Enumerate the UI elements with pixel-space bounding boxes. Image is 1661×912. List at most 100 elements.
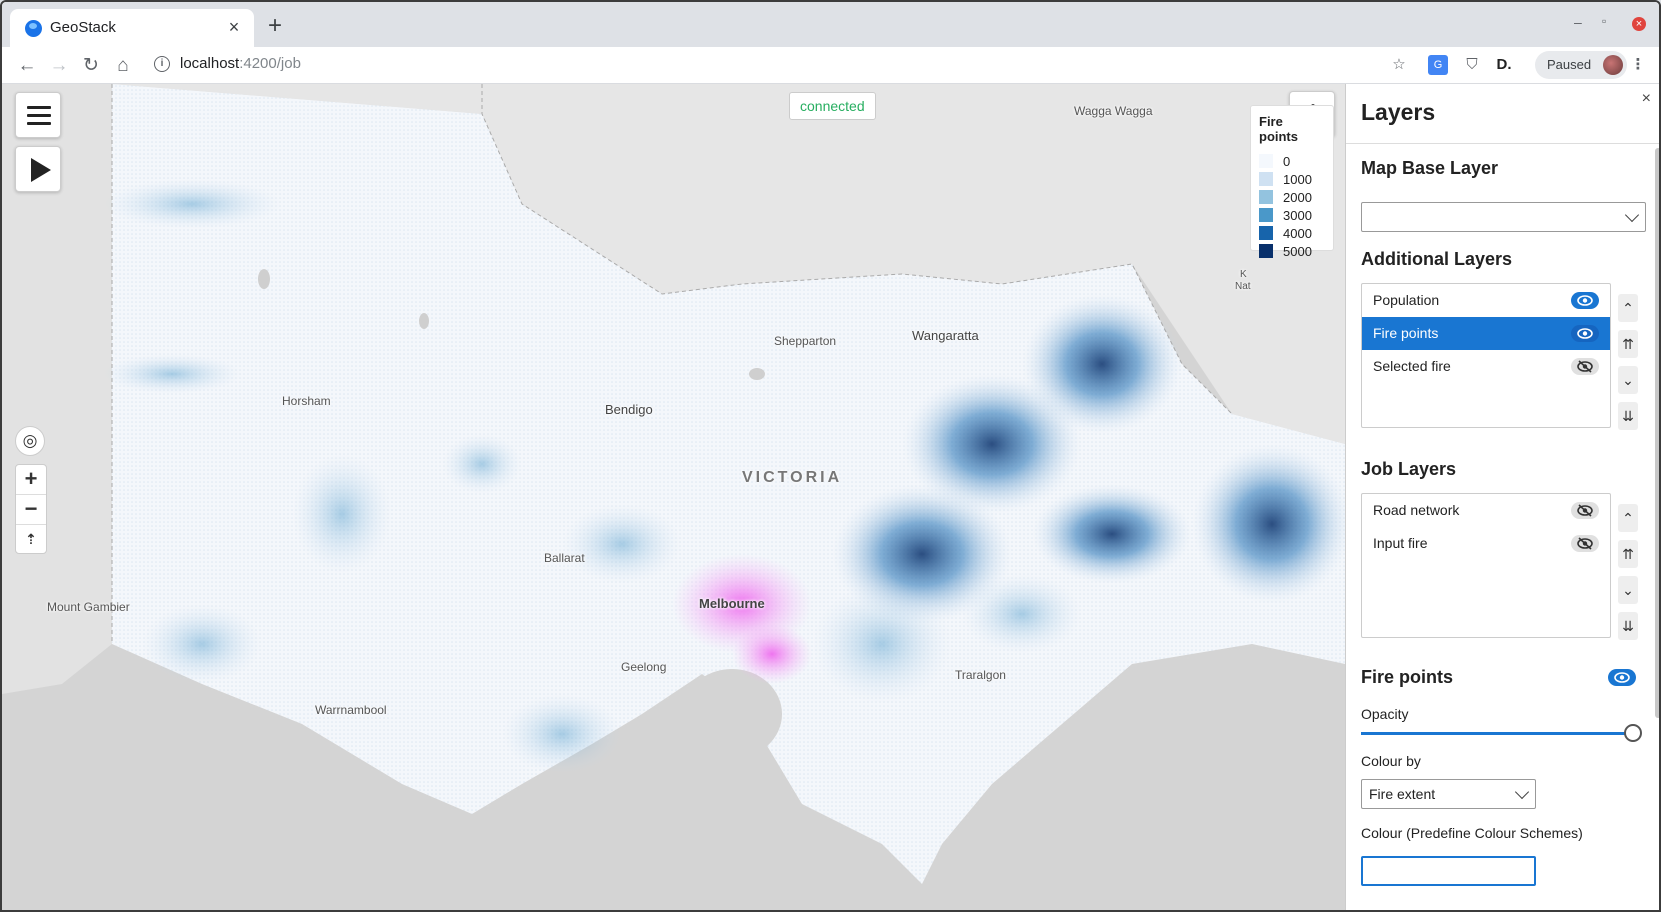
move-bottom-button[interactable]: ⇊ — [1618, 612, 1638, 640]
eye-icon[interactable] — [1571, 292, 1599, 309]
legend-entry: 4000 — [1259, 224, 1325, 242]
d-extension-icon[interactable]: D. — [1494, 55, 1514, 75]
move-down-button[interactable]: ⌄ — [1618, 366, 1638, 394]
panel-header: Layers × — [1346, 84, 1659, 144]
legend-label: 4000 — [1283, 225, 1312, 241]
hamburger-icon — [27, 106, 51, 109]
layer-item-road-network[interactable]: Road network — [1362, 494, 1610, 527]
reload-icon[interactable]: ↻ — [78, 53, 104, 79]
locate-button[interactable]: ◎ — [15, 426, 45, 456]
map-label-shepparton: Shepparton — [774, 334, 837, 348]
move-up-button[interactable]: ⌃ — [1618, 294, 1638, 322]
zoom-out-button[interactable]: − — [16, 495, 46, 525]
opacity-label: Opacity — [1361, 706, 1409, 722]
layer-item-input-fire[interactable]: Input fire — [1362, 527, 1610, 560]
site-info-icon[interactable]: i — [154, 56, 170, 72]
map-canvas[interactable]: Wagga Wagga Shepparton Wangaratta Horsha… — [2, 84, 1345, 910]
layer-label: Population — [1373, 292, 1440, 308]
job-layers-list: Road network Input fire — [1361, 493, 1611, 638]
opacity-slider-thumb[interactable] — [1624, 724, 1642, 742]
layers-panel: Layers × Map Base Layer Additional Layer… — [1345, 84, 1659, 910]
new-tab-button[interactable]: + — [264, 14, 286, 38]
close-window-button[interactable]: × — [1632, 17, 1646, 31]
eye-icon[interactable] — [1608, 669, 1636, 686]
url-path: :4200/job — [239, 55, 301, 72]
eye-off-icon[interactable] — [1571, 358, 1599, 375]
translate-icon[interactable]: G — [1428, 55, 1448, 75]
colour-by-select[interactable]: Fire extent — [1361, 779, 1536, 809]
fire-points-detail-title: Fire points — [1361, 667, 1454, 687]
job-layers-order-controls: ⌃ ⇈ ⌄ ⇊ — [1618, 504, 1638, 648]
menu-button[interactable] — [15, 92, 61, 138]
legend-entry: 0 — [1259, 152, 1325, 170]
map-base-layer-title: Map Base Layer — [1361, 158, 1499, 178]
move-down-button[interactable]: ⌄ — [1618, 576, 1638, 604]
connection-status-badge: connected — [789, 92, 876, 120]
additional-layers-order-controls: ⌃ ⇈ ⌄ ⇊ — [1618, 294, 1638, 438]
legend-entry: 1000 — [1259, 170, 1325, 188]
maximize-button[interactable]: ▫ — [1602, 14, 1606, 28]
browser-tab[interactable]: GeoStack × — [10, 9, 254, 47]
colour-scheme-select[interactable] — [1361, 856, 1536, 886]
additional-layers-title: Additional Layers — [1361, 249, 1513, 269]
layer-item-population[interactable]: Population — [1362, 284, 1610, 317]
menu-kebab-icon[interactable]: ⋮ — [1628, 55, 1648, 75]
hamburger-icon-line — [27, 114, 51, 117]
avatar — [1603, 55, 1624, 75]
zoom-in-button[interactable]: + — [16, 465, 46, 495]
browser-toolbar: ← → ↻ ⌂ i localhost:4200/job ☆ G ⛉ D. Pa… — [2, 47, 1659, 84]
profile-button[interactable]: Paused — [1535, 51, 1628, 79]
chevron-down-icon — [1514, 784, 1530, 800]
panel-title: Layers — [1361, 99, 1436, 125]
play-button[interactable] — [15, 146, 61, 192]
layer-item-selected-fire[interactable]: Selected fire — [1362, 350, 1610, 383]
map-label-ballarat: Ballarat — [544, 551, 585, 565]
legend-label: 5000 — [1283, 243, 1312, 259]
move-top-button[interactable]: ⇈ — [1618, 540, 1638, 568]
map-base-graphic — [2, 84, 1345, 910]
layer-label: Selected fire — [1373, 358, 1451, 374]
legend-label: 0 — [1283, 153, 1291, 169]
base-layer-select[interactable] — [1361, 202, 1646, 232]
additional-layers-list: Population Fire points Selected fire — [1361, 283, 1611, 428]
layer-item-fire-points[interactable]: Fire points — [1362, 317, 1610, 350]
legend-swatch — [1259, 190, 1273, 204]
move-top-button[interactable]: ⇈ — [1618, 330, 1638, 358]
profile-status: Paused — [1547, 57, 1592, 72]
address-bar[interactable]: localhost:4200/job — [180, 55, 301, 72]
legend-swatch — [1259, 226, 1273, 240]
zoom-control: + − ⇡ — [15, 464, 47, 554]
minimize-button[interactable]: – — [1574, 14, 1582, 30]
move-bottom-button[interactable]: ⇊ — [1618, 402, 1638, 430]
eye-icon[interactable] — [1571, 325, 1599, 342]
move-up-button[interactable]: ⌃ — [1618, 504, 1638, 532]
tab-close-icon[interactable]: × — [224, 17, 244, 37]
panel-close-icon[interactable]: × — [1642, 90, 1651, 108]
legend-title: Fire points — [1259, 114, 1298, 144]
bookmark-star-icon[interactable]: ☆ — [1389, 55, 1409, 75]
target-icon: ◎ — [22, 431, 38, 450]
eye-off-icon[interactable] — [1571, 535, 1599, 552]
compass-button[interactable]: ⇡ — [16, 525, 46, 555]
map-label-nat: Nat — [1235, 281, 1251, 292]
map-label-melbourne: Melbourne — [699, 596, 765, 611]
forward-icon[interactable]: → — [46, 53, 72, 79]
map-label-wangaratta: Wangaratta — [912, 328, 979, 343]
globe-icon — [25, 20, 42, 37]
job-layers-title: Job Layers — [1361, 459, 1457, 479]
panel-scrollbar[interactable] — [1655, 148, 1659, 718]
legend-swatch — [1259, 208, 1273, 222]
map-label-traralgon: Traralgon — [955, 668, 1006, 682]
opacity-slider-track[interactable] — [1361, 732, 1629, 735]
colour-by-label: Colour by — [1361, 753, 1421, 769]
eye-off-icon[interactable] — [1571, 502, 1599, 519]
legend-entry: 5000 — [1259, 242, 1325, 260]
map-label-wagga: Wagga Wagga — [1074, 104, 1153, 118]
map-label-horsham: Horsham — [282, 394, 331, 408]
tab-title: GeoStack — [50, 19, 116, 36]
shield-extension-icon[interactable]: ⛉ — [1462, 55, 1482, 75]
back-icon[interactable]: ← — [14, 53, 40, 79]
home-icon[interactable]: ⌂ — [110, 53, 136, 79]
legend-label: 1000 — [1283, 171, 1312, 187]
map-label-geelong: Geelong — [621, 660, 667, 674]
